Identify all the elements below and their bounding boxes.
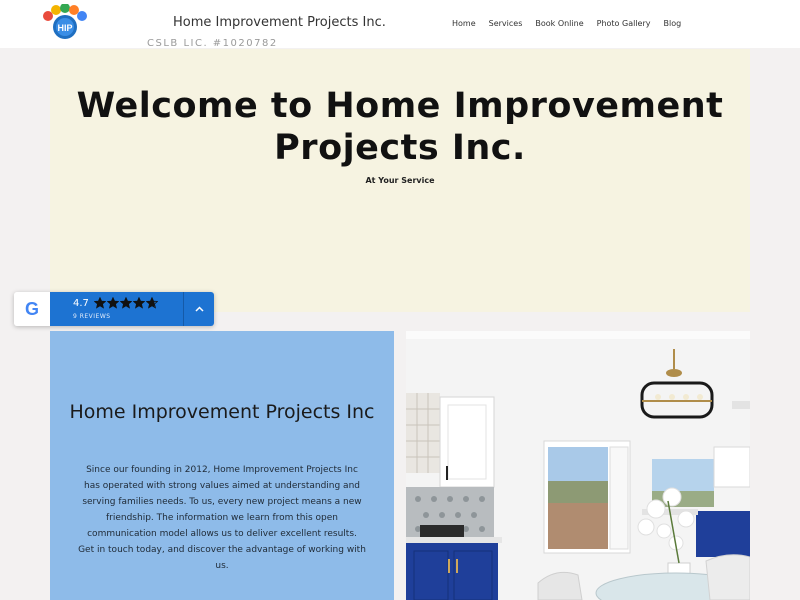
site-header: HIP Home Improvement Projects Inc. Home … (0, 0, 800, 48)
nav-blog[interactable]: Blog (663, 19, 681, 28)
nav-home[interactable]: Home (452, 19, 476, 28)
star-rating (94, 297, 158, 309)
hero-section: Welcome to Home Improvement Projects Inc… (50, 49, 750, 312)
svg-text:HIP: HIP (57, 23, 72, 33)
about-title: Home Improvement Projects Inc (69, 401, 375, 423)
nav-photo-gallery[interactable]: Photo Gallery (597, 19, 651, 28)
company-logo[interactable]: HIP (40, 3, 90, 42)
star-icon (146, 297, 158, 309)
main-nav: Home Services Book Online Photo Gallery … (452, 19, 694, 28)
review-count: 9 REVIEWS (73, 313, 111, 320)
star-icon (133, 297, 145, 309)
about-section: Home Improvement Projects Inc Since our … (50, 331, 394, 600)
about-body: Since our founding in 2012, Home Improve… (78, 465, 366, 571)
google-reviews-widget[interactable]: G 4.7 9 REVIEWS (14, 292, 214, 326)
kitchen-photo (406, 331, 750, 600)
chevron-up-icon (195, 306, 204, 312)
brand-name: Home Improvement Projects Inc. (173, 15, 386, 30)
rating-score: 4.7 (73, 298, 89, 309)
expand-reviews-button[interactable] (183, 292, 214, 326)
license-number: CSLB LIC. #1020782 (147, 38, 278, 49)
reviews-summary[interactable]: 4.7 9 REVIEWS (50, 292, 183, 326)
nav-services[interactable]: Services (489, 19, 523, 28)
nav-book-online[interactable]: Book Online (535, 19, 583, 28)
google-g-icon: G (14, 292, 50, 326)
svg-text:G: G (25, 299, 39, 319)
star-icon (107, 297, 119, 309)
star-icon (120, 297, 132, 309)
star-icon (94, 297, 106, 309)
hero-subtitle: At Your Service (365, 176, 435, 185)
hero-title: Welcome to Home Improvement Projects Inc… (76, 86, 724, 168)
